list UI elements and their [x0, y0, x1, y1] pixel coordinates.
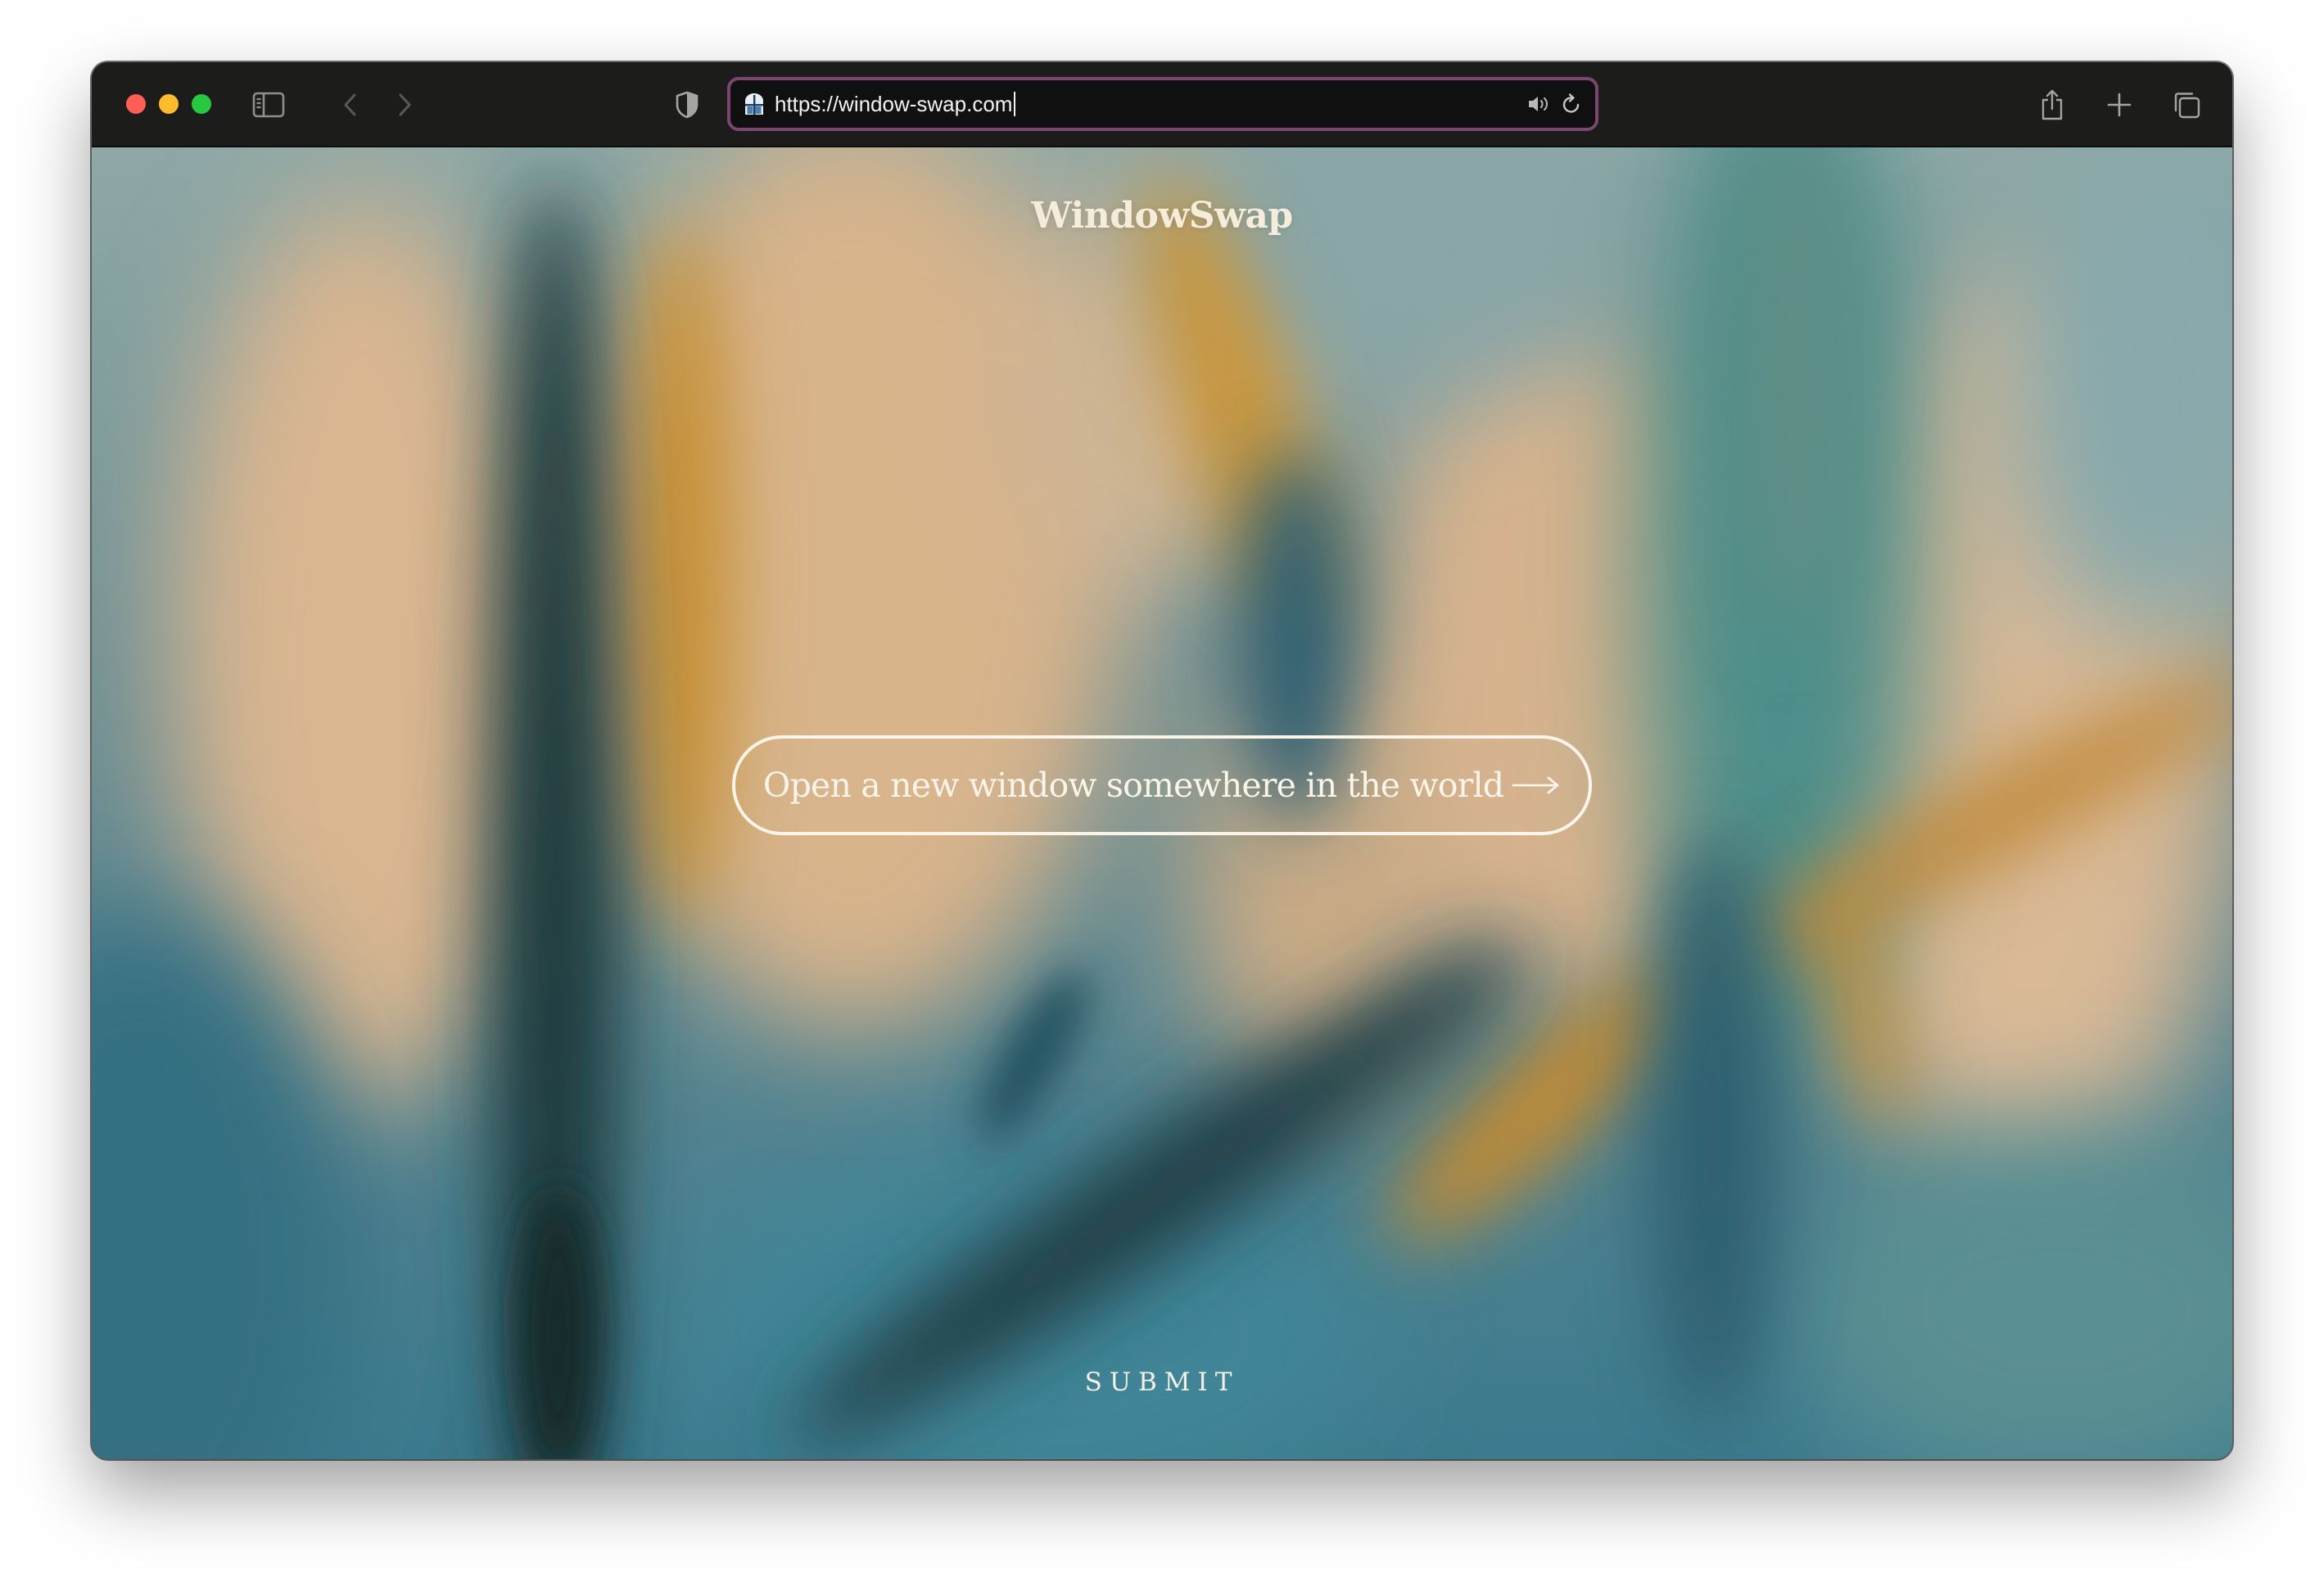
text-caret [1014, 92, 1016, 117]
tab-overview-button[interactable] [2170, 88, 2203, 121]
reload-button[interactable] [1559, 92, 1584, 116]
open-new-window-button[interactable]: Open a new window somewhere in the world [732, 735, 1592, 835]
close-window-button[interactable] [126, 94, 146, 114]
share-icon [2041, 89, 2063, 120]
url-field[interactable]: https://window-swap.com [775, 80, 1016, 128]
submit-link[interactable]: SUBMIT [92, 1367, 2232, 1397]
plus-icon [2107, 93, 2132, 117]
shield-icon [676, 91, 699, 119]
tab-overview-icon [2174, 93, 2200, 119]
page-viewport: WindowSwap Open a new window somewhere i… [92, 147, 2232, 1459]
reload-icon [1562, 93, 1580, 113]
back-button[interactable] [334, 88, 367, 121]
address-bar[interactable]: https://window-swap.com [727, 77, 1598, 131]
chevron-left-icon [344, 93, 356, 116]
new-tab-button[interactable] [2103, 88, 2136, 121]
open-new-window-label: Open a new window somewhere in the world [762, 766, 1504, 805]
share-button[interactable] [2036, 88, 2069, 121]
speaker-icon [1529, 97, 1548, 111]
url-text: https://window-swap.com [775, 92, 1013, 116]
window-favicon-icon [745, 93, 763, 115]
site-logo[interactable]: WindowSwap [92, 195, 2232, 237]
browser-window: https://window-swap.com WindowSwap Open … [92, 62, 2232, 1459]
zoom-window-button[interactable] [192, 94, 211, 114]
long-arrow-right-icon [1512, 776, 1559, 794]
chevron-right-icon [399, 93, 411, 116]
sidebar-icon [252, 92, 285, 118]
sidebar-toggle-button[interactable] [252, 88, 285, 121]
minimize-window-button[interactable] [159, 94, 179, 114]
mute-tab-button[interactable] [1526, 92, 1551, 116]
privacy-report-button[interactable] [671, 88, 703, 121]
browser-toolbar: https://window-swap.com [92, 62, 2232, 147]
forward-button[interactable] [388, 88, 421, 121]
